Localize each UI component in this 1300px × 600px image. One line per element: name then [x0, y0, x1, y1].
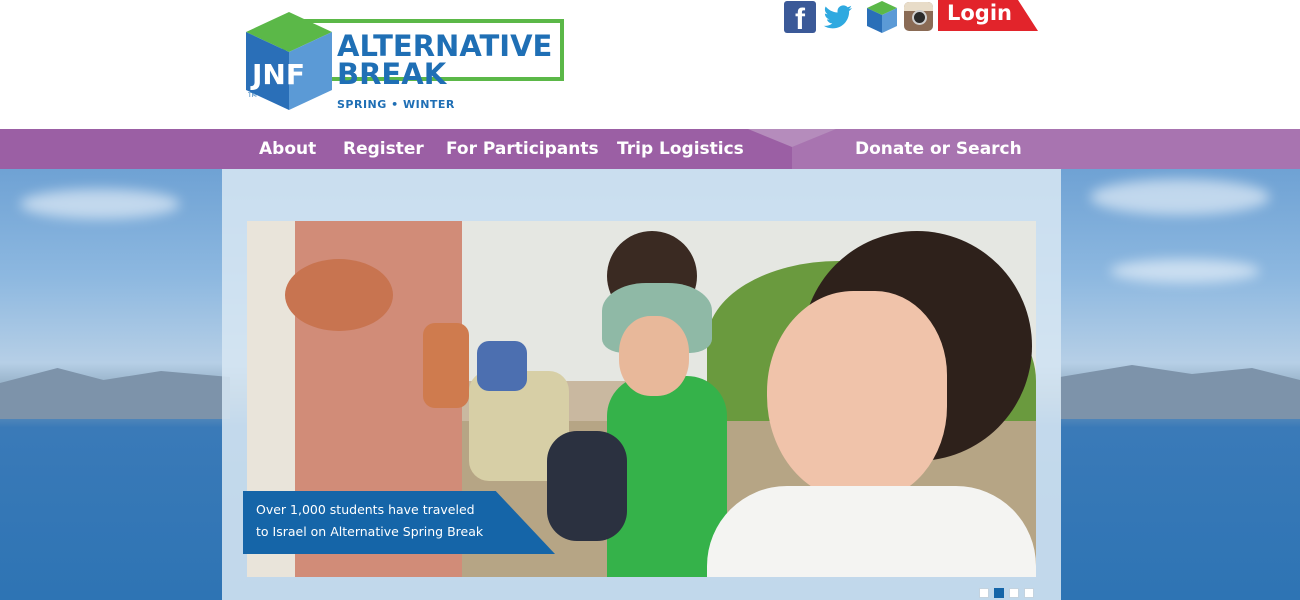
twitter-icon[interactable]: [822, 1, 854, 33]
nav-item-donate-or-search[interactable]: Donate or Search: [855, 129, 1022, 169]
jnf-icon[interactable]: [867, 1, 897, 33]
photo-glove: [477, 341, 527, 391]
slider-dot[interactable]: [994, 588, 1004, 598]
mountains-left: [0, 368, 230, 419]
instagram-icon[interactable]: [904, 2, 933, 31]
jnf-cube-icon: JNF: [246, 12, 332, 110]
nav-item-register[interactable]: Register: [343, 129, 424, 169]
logo-line-2: BREAK: [337, 57, 447, 91]
photo-person-face: [767, 291, 947, 501]
logo-title: ALTERNATIVE BREAK: [337, 29, 553, 91]
slider-dot[interactable]: [1009, 588, 1019, 598]
nav-item-trip-logistics[interactable]: Trip Logistics: [617, 129, 744, 169]
site-header: JNF ALTERNATIVE BREAK SPRING • WINTER TM…: [0, 0, 1300, 129]
facebook-icon[interactable]: f: [784, 1, 816, 36]
mountains-right: [1060, 365, 1300, 419]
photo-glove: [547, 431, 627, 541]
facebook-glyph: f: [795, 3, 805, 36]
paint-roller: [285, 259, 393, 331]
instagram-lens: [912, 10, 927, 25]
cloud: [1110, 259, 1260, 283]
caption-line-2: to Israel on Alternative Spring Break: [256, 524, 484, 539]
logo-trademark: TM: [248, 92, 257, 99]
logo-mark-text: JNF: [250, 58, 305, 91]
login-button[interactable]: Login: [938, 0, 1038, 31]
main-nav: About Register For Participants Trip Log…: [0, 129, 1300, 169]
photo-person-white-shirt: [707, 486, 1036, 577]
logo-subtitle: SPRING • WINTER: [337, 98, 455, 111]
site-logo[interactable]: JNF ALTERNATIVE BREAK SPRING • WINTER TM: [246, 12, 566, 114]
nav-item-for-participants[interactable]: For Participants: [446, 129, 599, 169]
photo-person-face: [619, 316, 689, 396]
nav-item-about[interactable]: About: [259, 129, 316, 169]
slider-dot[interactable]: [979, 588, 989, 598]
cloud: [20, 189, 180, 219]
cloud: [1090, 179, 1270, 215]
slider-dot[interactable]: [1024, 588, 1034, 598]
paint-roller: [423, 323, 469, 408]
logo-line-1: ALTERNATIVE: [337, 29, 553, 63]
